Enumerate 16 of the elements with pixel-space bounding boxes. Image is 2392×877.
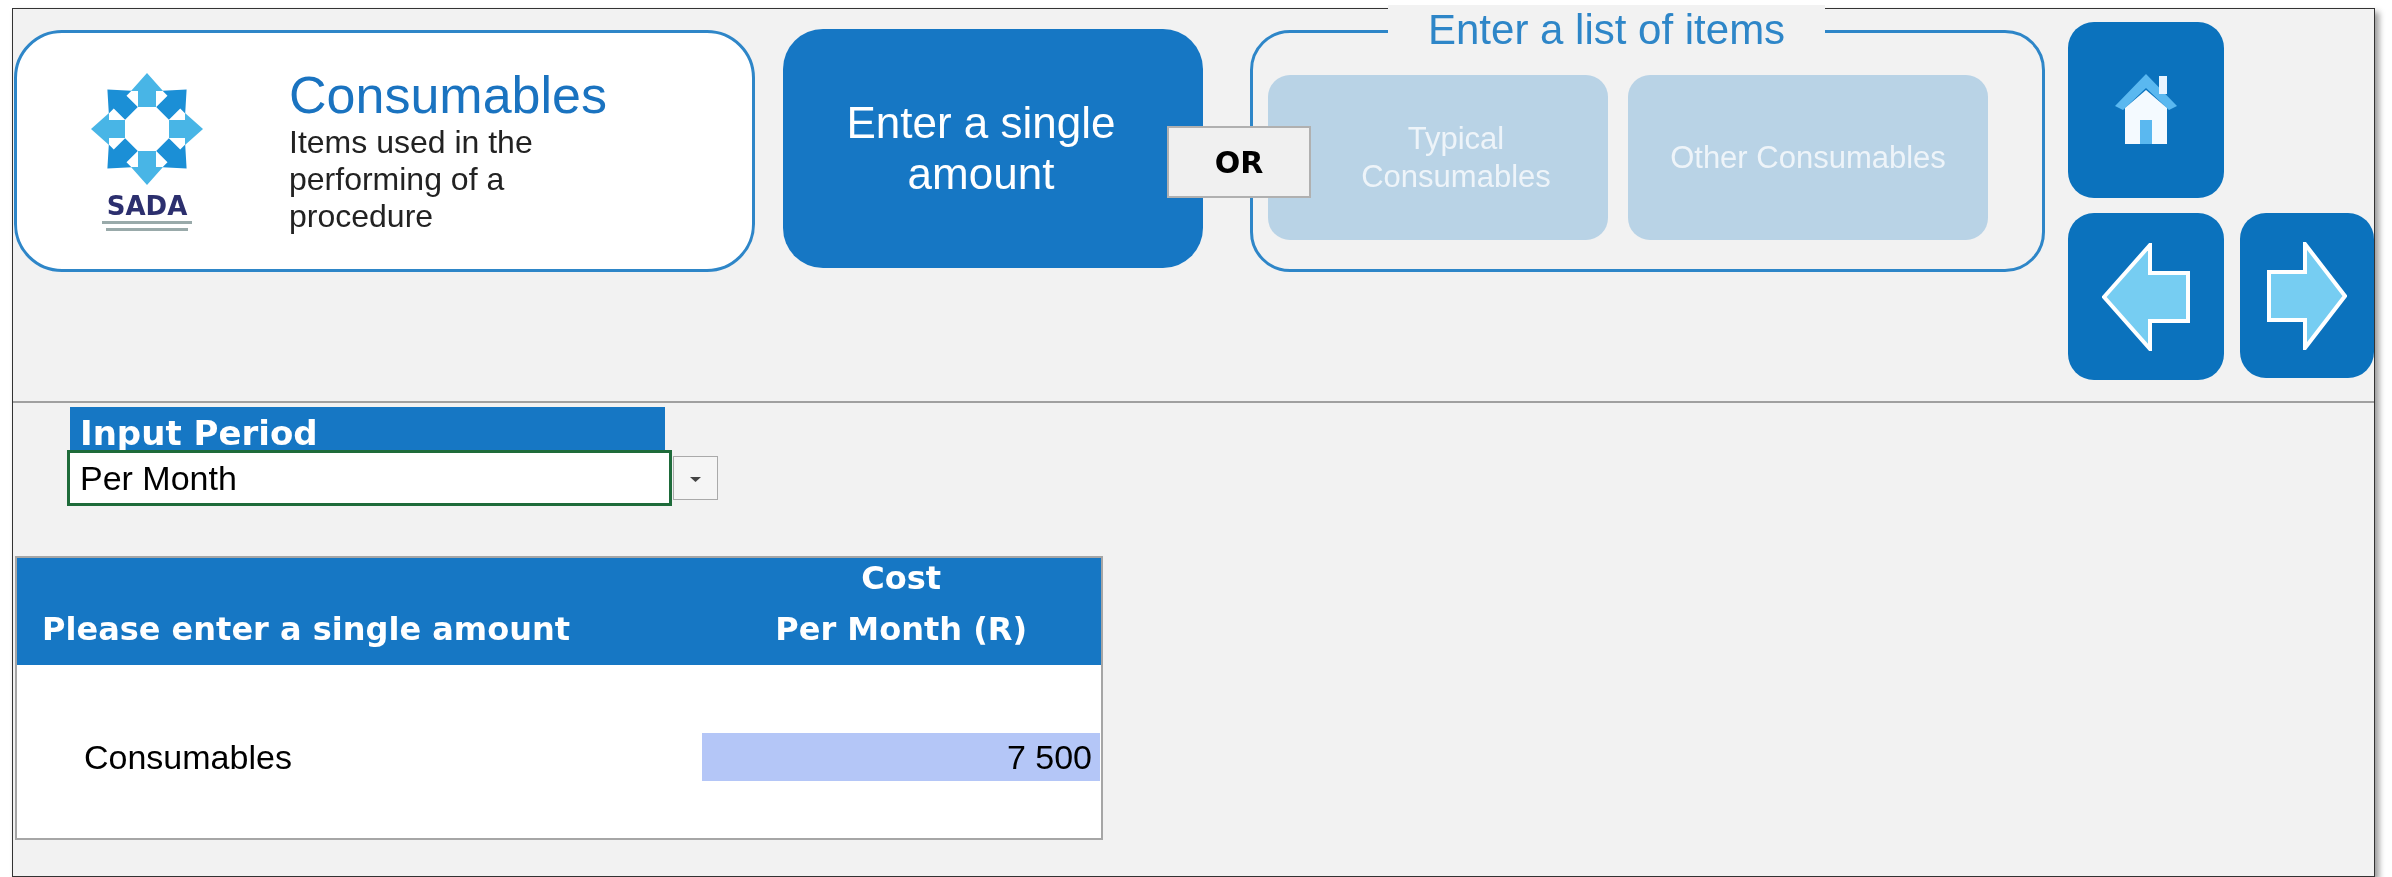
forward-button[interactable] [2240, 213, 2374, 378]
back-arrow-icon [2102, 242, 2190, 351]
column-header: Cost Per Month (R) [774, 557, 1029, 650]
single-amount-button[interactable]: Enter a single amount [783, 29, 1203, 268]
input-period-label: Input Period [80, 416, 318, 450]
amount-input[interactable]: 7 500 [702, 733, 1100, 781]
forward-arrow-icon [2267, 241, 2347, 350]
page-title: Consumables [289, 67, 607, 125]
back-button[interactable] [2068, 213, 2224, 380]
column-header: Please enter a single amount [41, 608, 572, 650]
page-description: Items used in the performing of a procedure [289, 124, 534, 235]
table-cell-text: Consumables [83, 736, 293, 778]
period-dropdown[interactable]: Per Month [67, 450, 672, 506]
home-button[interactable] [2068, 22, 2224, 198]
or-label: OR [1167, 126, 1311, 198]
logo-text: SADA [106, 193, 188, 219]
